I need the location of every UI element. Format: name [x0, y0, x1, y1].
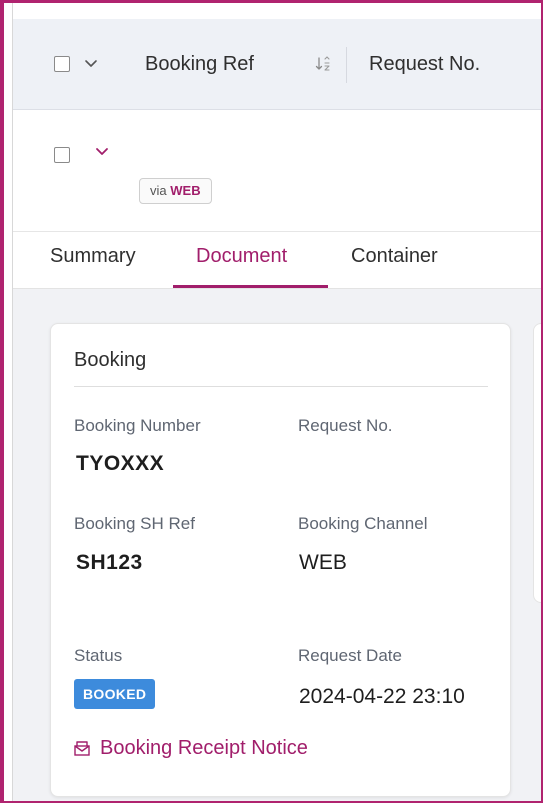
adjacent-card	[533, 323, 541, 603]
envelope-icon	[74, 741, 90, 756]
status-badge: BOOKED	[74, 679, 156, 709]
select-all-checkbox[interactable]	[54, 56, 70, 72]
column-divider	[346, 47, 347, 83]
expand-all-chevron-icon[interactable]	[83, 55, 99, 71]
active-tab-indicator	[173, 285, 328, 288]
app-frame: Booking Ref Request No. via WEB Summary …	[0, 0, 543, 803]
row-expand-chevron-icon[interactable]	[94, 143, 110, 159]
channel-badge: via WEB	[139, 178, 212, 204]
booking-channel-value: WEB	[299, 551, 347, 574]
channel-badge-value: WEB	[170, 183, 201, 198]
card-divider	[74, 386, 488, 387]
booking-receipt-notice-label[interactable]: Booking Receipt Notice	[100, 737, 308, 760]
booking-sh-ref-value: SH123	[76, 551, 143, 574]
status-label: Status	[74, 646, 123, 665]
booking-number-value: TYOXXX	[76, 452, 165, 475]
row-checkbox[interactable]	[54, 147, 70, 163]
tab-container[interactable]: Container	[351, 245, 438, 268]
request-date-value: 2024-04-22 23:10	[299, 685, 465, 708]
booking-channel-label: Booking Channel	[298, 514, 428, 533]
tab-document[interactable]: Document	[196, 245, 287, 268]
column-header-request-no[interactable]: Request No.	[369, 53, 480, 76]
booking-card: Booking Booking Number TYOXXX Request No…	[50, 323, 511, 797]
booking-sh-ref-label: Booking SH Ref	[74, 514, 195, 533]
tab-content: Booking Booking Number TYOXXX Request No…	[13, 289, 541, 801]
sort-icon[interactable]	[314, 55, 332, 73]
table-header: Booking Ref Request No.	[13, 19, 541, 110]
booking-number-label: Booking Number	[74, 416, 201, 435]
booking-card-title: Booking	[74, 349, 147, 371]
detail-tabs: Summary Document Container	[13, 232, 541, 289]
channel-badge-prefix: via	[150, 183, 167, 198]
table-row[interactable]: via WEB	[13, 110, 541, 232]
request-no-label: Request No.	[298, 416, 393, 435]
booking-receipt-notice-link[interactable]: Booking Receipt Notice	[73, 735, 308, 761]
request-date-label: Request Date	[298, 646, 402, 665]
tab-summary[interactable]: Summary	[50, 245, 136, 268]
column-header-booking-ref[interactable]: Booking Ref	[145, 53, 254, 76]
